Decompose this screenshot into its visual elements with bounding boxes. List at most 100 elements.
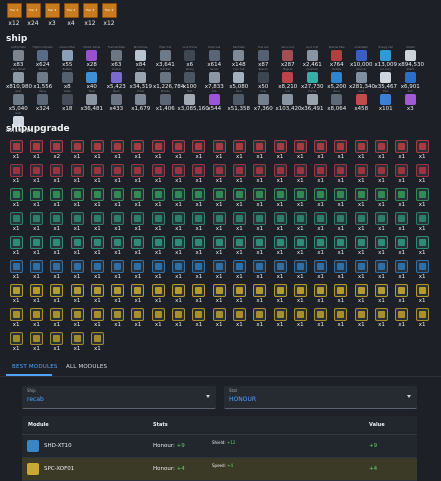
- shipupgrade-item[interactable]: x1: [310, 136, 330, 160]
- shipupgrade-item[interactable]: x1: [6, 256, 26, 280]
- shipupgrade-item[interactable]: x1: [310, 304, 330, 328]
- ship-item[interactable]: Crystal x5,423: [104, 68, 129, 90]
- ship-item[interactable]: Hull Part x1,226,784: [153, 68, 184, 90]
- shipupgrade-item[interactable]: x1: [412, 232, 432, 256]
- shipupgrade-item[interactable]: x1: [189, 136, 209, 160]
- ship-item[interactable]: Servo Arm x287: [276, 46, 301, 68]
- shipupgrade-item[interactable]: x1: [148, 160, 168, 184]
- shipupgrade-item[interactable]: x1: [87, 208, 107, 232]
- tier-item[interactable]: Tier 3 x12: [82, 3, 98, 27]
- ship-item[interactable]: Beacon x50: [251, 68, 276, 90]
- table-row[interactable]: SHD-XT10 Honour: +9 Shield: +12 +9: [22, 435, 417, 458]
- shipupgrade-item[interactable]: x1: [148, 304, 168, 328]
- shipupgrade-item[interactable]: x1: [331, 160, 351, 184]
- shipupgrade-item[interactable]: x1: [87, 184, 107, 208]
- shipupgrade-item[interactable]: x1: [331, 184, 351, 208]
- shipupgrade-item[interactable]: x1: [26, 208, 46, 232]
- shipupgrade-item[interactable]: x1: [47, 328, 67, 352]
- shipupgrade-item[interactable]: x1: [189, 256, 209, 280]
- shipupgrade-item[interactable]: x1: [250, 208, 270, 232]
- shipupgrade-item[interactable]: x1: [412, 136, 432, 160]
- shipupgrade-item[interactable]: x1: [189, 184, 209, 208]
- ship-item[interactable]: Gyro Unit x2,461: [300, 46, 325, 68]
- ship-item[interactable]: Quantum x27,730: [300, 68, 325, 90]
- ship-item[interactable]: Prism x1,679: [129, 90, 154, 112]
- tier-item[interactable]: Tier 3 x24: [25, 3, 41, 27]
- shipupgrade-item[interactable]: x1: [371, 280, 391, 304]
- shipupgrade-item[interactable]: x1: [26, 280, 46, 304]
- shipupgrade-item[interactable]: x1: [128, 280, 148, 304]
- shipupgrade-item[interactable]: x1: [209, 136, 229, 160]
- ship-item[interactable]: Photon Diode x28: [80, 46, 105, 68]
- ship-item[interactable]: Energy Cell x13,009: [374, 46, 399, 68]
- shipupgrade-item[interactable]: x1: [209, 280, 229, 304]
- shipupgrade-item[interactable]: x1: [148, 208, 168, 232]
- shipupgrade-item[interactable]: x1: [290, 160, 310, 184]
- shipupgrade-item[interactable]: x1: [290, 304, 310, 328]
- ship-item[interactable]: Scrap x34,319: [129, 68, 154, 90]
- shipupgrade-item[interactable]: x1: [107, 160, 127, 184]
- shipupgrade-item[interactable]: x1: [189, 304, 209, 328]
- shipupgrade-item[interactable]: x1: [47, 232, 67, 256]
- ship-item[interactable]: Core x458: [349, 90, 374, 112]
- shipupgrade-item[interactable]: x1: [168, 304, 188, 328]
- shipupgrade-item[interactable]: x1: [371, 160, 391, 184]
- shipupgrade-item[interactable]: x1: [168, 208, 188, 232]
- ship-item[interactable]: Filter Unit x3,641: [153, 46, 178, 68]
- ship-item[interactable]: Module x1,406: [153, 90, 178, 112]
- shipupgrade-item[interactable]: x1: [229, 256, 249, 280]
- shipupgrade-item[interactable]: x1: [87, 256, 107, 280]
- shipupgrade-item[interactable]: x1: [351, 208, 371, 232]
- shipupgrade-item[interactable]: x1: [351, 304, 371, 328]
- ship-item[interactable]: Steel x36,481: [80, 90, 105, 112]
- shipupgrade-item[interactable]: x1: [47, 160, 67, 184]
- ship-item[interactable]: Polymer x281,340: [349, 68, 375, 90]
- shipupgrade-item[interactable]: x1: [47, 280, 67, 304]
- shipupgrade-item[interactable]: x1: [148, 184, 168, 208]
- shipupgrade-item[interactable]: x2: [47, 136, 67, 160]
- shipupgrade-item[interactable]: x1: [412, 208, 432, 232]
- tier-item[interactable]: Tier 4 x3: [44, 3, 60, 27]
- tier-item[interactable]: Tier 2 x4: [63, 3, 79, 27]
- ship-item[interactable]: Wiring x100: [178, 68, 203, 90]
- shipupgrade-item[interactable]: x1: [392, 184, 412, 208]
- shipupgrade-item[interactable]: x1: [148, 232, 168, 256]
- shipupgrade-item[interactable]: x1: [250, 304, 270, 328]
- shipupgrade-item[interactable]: x1: [67, 160, 87, 184]
- shipupgrade-item[interactable]: x1: [331, 304, 351, 328]
- shipupgrade-item[interactable]: x1: [128, 184, 148, 208]
- shipupgrade-item[interactable]: x1: [351, 280, 371, 304]
- table-row[interactable]: SPC-XOF01 Honour: +4 Speed: +4 +4: [22, 458, 417, 481]
- shipupgrade-item[interactable]: x1: [6, 280, 26, 304]
- shipupgrade-item[interactable]: x1: [290, 232, 310, 256]
- ship-item[interactable]: Magnet x8,210: [276, 68, 301, 90]
- ship-item[interactable]: Frame x36,491: [300, 90, 325, 112]
- ship-item[interactable]: Gear x5,040: [6, 90, 31, 112]
- shipupgrade-item[interactable]: x1: [229, 136, 249, 160]
- shipupgrade-item[interactable]: x1: [250, 184, 270, 208]
- shipupgrade-item[interactable]: x1: [392, 136, 412, 160]
- shipupgrade-item[interactable]: x1: [412, 304, 432, 328]
- shipupgrade-item[interactable]: x1: [351, 256, 371, 280]
- shipupgrade-item[interactable]: x1: [331, 208, 351, 232]
- ship-item[interactable]: Node Cell x614: [202, 46, 227, 68]
- tab-best-modules[interactable]: BEST MODULES: [12, 364, 58, 370]
- shipupgrade-item[interactable]: x1: [209, 256, 229, 280]
- ship-item[interactable]: Mesh x433: [104, 90, 129, 112]
- shipupgrade-item[interactable]: x1: [412, 280, 432, 304]
- shipupgrade-item[interactable]: x1: [6, 208, 26, 232]
- shipupgrade-item[interactable]: x1: [26, 328, 46, 352]
- shipupgrade-item[interactable]: x1: [392, 280, 412, 304]
- shipupgrade-item[interactable]: x1: [6, 328, 26, 352]
- ship-item[interactable]: Antimatter x10,000: [349, 46, 374, 68]
- ship-item[interactable]: Tank x51,358: [227, 90, 252, 112]
- shipupgrade-item[interactable]: x1: [229, 160, 249, 184]
- ship-item[interactable]: Credits x894,530: [398, 46, 424, 68]
- shipupgrade-item[interactable]: x1: [128, 160, 148, 184]
- shipupgrade-item[interactable]: x1: [148, 280, 168, 304]
- shipupgrade-item[interactable]: x1: [168, 160, 188, 184]
- ship-item[interactable]: Flight Computer x624: [31, 46, 56, 68]
- shipupgrade-item[interactable]: x1: [189, 232, 209, 256]
- ship-item[interactable]: Coil x103,420: [276, 90, 302, 112]
- shipupgrade-item[interactable]: x1: [412, 256, 432, 280]
